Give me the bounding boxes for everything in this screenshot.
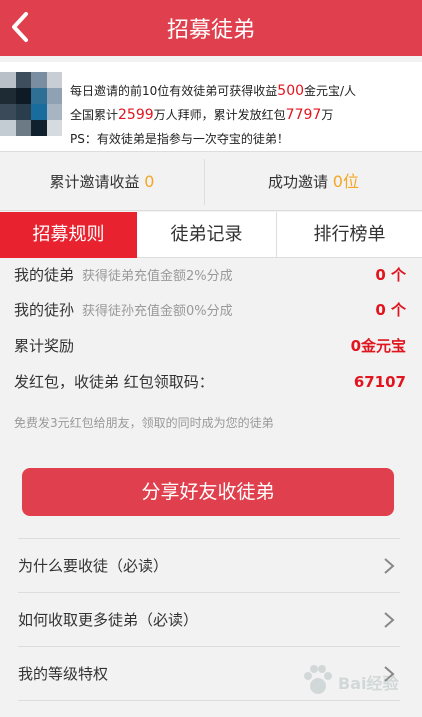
paw-icon xyxy=(304,665,332,694)
rule-desc: 获得徒孙充值金额0%分成 xyxy=(82,304,233,319)
info-text: 每日邀请的前10位有效徒弟可获得收益 xyxy=(70,84,278,98)
invite-income-stat: 累计邀请收益 0 xyxy=(0,153,204,211)
rule-row-red-packet-code: 发红包，收徒弟 红包领取码： 67107 xyxy=(14,367,406,397)
rule-value: 0金元宝 xyxy=(350,337,406,355)
stat-label: 成功邀请 xyxy=(268,173,329,191)
tab-bar: 招募规则 徒弟记录 排行榜单 xyxy=(0,212,422,258)
reward-amount: 500 xyxy=(277,83,305,99)
info-text: 金元宝/人 xyxy=(304,84,357,98)
info-line-2: 全国累计2599万人拜师，累计发放红包7797万 xyxy=(70,106,333,123)
info-line-1: 每日邀请的前10位有效徒弟可获得收益500金元宝/人 xyxy=(70,82,356,99)
rule-row-grand-disciples: 我的徒孙 获得徒孙充值金额0%分成 0 个 xyxy=(14,295,406,325)
menu-item-label: 为什么要收徒（必读） xyxy=(18,557,169,575)
info-text: 全国累计 xyxy=(70,108,119,122)
chevron-right-icon xyxy=(384,612,395,628)
info-banner: 每日邀请的前10位有效徒弟可获得收益500金元宝/人 全国累计2599万人拜师，… xyxy=(0,62,422,152)
menu-item-label: 如何收取更多徒弟（必读） xyxy=(18,611,199,629)
rule-label: 发红包，收徒弟 红包领取码： xyxy=(14,373,214,391)
rule-label: 我的徒孙 xyxy=(14,301,75,319)
tab-records[interactable]: 徒弟记录 xyxy=(137,212,276,258)
tab-rules[interactable]: 招募规则 xyxy=(0,212,137,258)
note-text: 免费发3元红包给朋友，领取的同时成为您的徒弟 xyxy=(14,416,274,430)
watermark: Bai经验 xyxy=(298,660,418,700)
info-text: 万人拜师，累计发放红包 xyxy=(153,108,286,122)
rule-row-total-reward: 累计奖励 0金元宝 xyxy=(14,331,406,361)
tab-ranking[interactable]: 排行榜单 xyxy=(277,212,422,258)
red-packet-code[interactable]: 67107 xyxy=(354,367,406,397)
info-text: 万 xyxy=(321,108,334,122)
stat-value: 0位 xyxy=(332,172,359,191)
menu-item-why-recruit[interactable]: 为什么要收徒（必读） xyxy=(18,538,400,592)
avatar xyxy=(0,72,62,136)
rule-label: 我的徒弟 xyxy=(14,266,75,284)
menu-item-how-recruit[interactable]: 如何收取更多徒弟（必读） xyxy=(18,592,400,646)
info-line-3: PS：有效徒弟是指参与一次夺宝的徒弟！ xyxy=(70,132,289,146)
user-count: 2599 xyxy=(118,107,154,123)
invite-success-stat: 成功邀请 0位 xyxy=(205,153,422,211)
packet-count: 7797 xyxy=(285,107,322,123)
rule-desc: 获得徒弟充值金额2%分成 xyxy=(82,269,233,284)
stat-label: 累计邀请收益 xyxy=(49,173,140,191)
stat-value: 0 xyxy=(144,172,155,191)
rule-value: 0 个 xyxy=(375,301,406,319)
chevron-right-icon xyxy=(384,558,395,574)
divider xyxy=(18,700,400,701)
watermark-text: Bai经验 xyxy=(338,674,399,693)
rule-row-disciples: 我的徒弟 获得徒弟充值金额2%分成 0 个 xyxy=(14,260,406,290)
stats-bar: 累计邀请收益 0 成功邀请 0位 xyxy=(0,153,422,211)
rule-label: 累计奖励 xyxy=(14,337,75,355)
rule-value: 0 个 xyxy=(375,266,406,284)
page-title: 招募徒弟 xyxy=(166,18,255,43)
menu-item-label: 我的等级特权 xyxy=(18,665,109,683)
share-button[interactable]: 分享好友收徒弟 xyxy=(22,468,394,516)
app-header: 招募徒弟 xyxy=(0,0,422,56)
